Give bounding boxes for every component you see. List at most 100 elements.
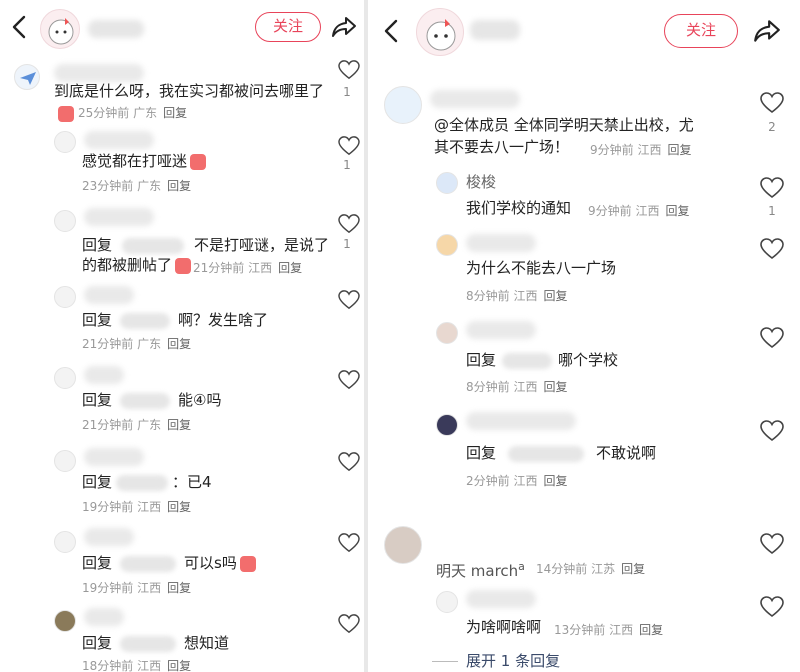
heart-icon[interactable] [338,214,360,238]
heart-icon[interactable] [338,533,360,557]
blurred-username [84,286,134,304]
heart-icon[interactable] [338,614,360,638]
avatar[interactable] [54,210,76,232]
reply-button[interactable]: 回复 [639,623,663,637]
right-screenshot-panel: 关注 @全体成员 全体同学明天禁止出校，尤 其不要去八一广场！ 9分钟前 江西回… [368,0,800,672]
avatar[interactable] [54,531,76,553]
like-count: 2 [768,120,776,134]
avatar[interactable] [54,367,76,389]
blurred-username [466,321,536,339]
like-count: 1 [343,237,351,251]
heart-icon[interactable] [760,533,784,559]
reply-button[interactable]: 回复 [665,204,689,218]
comment-meta: 21分钟前 江西 回复 [193,259,302,276]
reply-button[interactable]: 回复 [167,581,191,595]
right-top-bar: 关注 [368,0,800,64]
timestamp: 9分钟前 [588,204,632,218]
emoji-icon [58,105,74,122]
avatar[interactable] [436,234,458,256]
reply-button[interactable]: 回复 [167,337,191,351]
comment-meta: 18分钟前 江西 回复 [82,657,191,672]
avatar[interactable] [54,450,76,472]
reply-button[interactable]: 回复 [167,500,191,514]
follow-button[interactable]: 关注 [664,14,738,48]
share-icon[interactable] [752,16,782,50]
avatar[interactable] [416,8,464,56]
avatar[interactable] [436,414,458,436]
timestamp: 8分钟前 [466,289,510,303]
comment-text: 回复 能④吗 [82,391,222,409]
comment-meta: 19分钟前 江西 回复 [82,579,191,596]
reply-button[interactable]: 回复 [543,474,567,488]
chevron-left-icon[interactable] [382,18,400,49]
heart-icon[interactable] [338,452,360,476]
avatar[interactable] [436,172,458,194]
chevron-left-icon[interactable] [10,14,28,45]
comment-text: 为什么不能去八一广场 [466,259,617,277]
heart-icon[interactable] [338,136,360,160]
heart-icon[interactable] [760,596,784,622]
blurred-username [84,608,124,626]
heart-icon[interactable] [760,92,784,118]
username[interactable]: 梭梭 [466,172,496,192]
comment-meta: 19分钟前 江西 回复 [82,498,191,515]
avatar[interactable] [384,86,422,124]
reply-button[interactable]: 回复 [167,418,191,432]
location: 江西 [137,500,162,514]
blurred-username [84,448,144,466]
heart-icon[interactable] [338,370,360,394]
expand-replies-button[interactable]: 展开 1 条回复 [432,650,560,671]
comment-text: 为啥啊啥啊 [466,618,542,636]
comment-meta: 25分钟前 广东 回复 [58,104,187,122]
location: 江西 [609,623,634,637]
avatar[interactable] [40,9,80,49]
comment-text: 回复 可以s吗 [82,553,256,573]
share-icon[interactable] [330,13,358,45]
blurred-username [84,366,124,384]
reply-button[interactable]: 回复 [621,562,645,576]
reply-button[interactable]: 回复 [167,179,191,193]
comment-text: 回复 不是打哑谜，是说了 [82,236,330,254]
comment-meta: 14分钟前 江苏 回复 [536,560,645,577]
avatar[interactable] [436,591,458,613]
like-count: 1 [768,204,776,218]
blurred-username [466,234,536,252]
reply-button[interactable]: 回复 [543,380,567,394]
blurred-username [88,20,144,38]
comment-text: 回复 ：已4 [82,473,212,491]
comment-text-line2: 其不要去八一广场！ [434,138,570,156]
emoji-icon [175,257,192,274]
reply-button[interactable]: 回复 [543,289,567,303]
username[interactable]: 明天 marcha [436,557,525,581]
heart-icon[interactable] [338,290,360,314]
like-count: 1 [343,85,351,99]
left-top-bar: 关注 [0,0,364,58]
avatar[interactable] [54,610,76,632]
heart-icon[interactable] [338,60,360,84]
emoji-icon [239,555,256,572]
avatar[interactable] [436,322,458,344]
reply-button[interactable]: 回复 [667,143,691,157]
avatar[interactable] [384,526,422,564]
heart-icon[interactable] [760,238,784,264]
left-screenshot-panel: 关注 到底是什么呀，我在实习都被问去哪里了 25分钟前 广东 回复 1 感觉都在打… [0,0,364,672]
follow-button[interactable]: 关注 [255,12,321,42]
avatar[interactable] [54,131,76,153]
reply-button[interactable]: 回复 [278,261,302,275]
timestamp: 2分钟前 [466,474,510,488]
timestamp: 8分钟前 [466,380,510,394]
location: 广东 [137,418,162,432]
location: 江西 [513,380,538,394]
avatar[interactable] [14,64,40,90]
emoji-icon [190,153,207,170]
comment-meta: 21分钟前 广东 回复 [82,335,191,352]
heart-icon[interactable] [760,327,784,353]
comment-meta: 8分钟前 江西 回复 [466,378,568,395]
reply-button[interactable]: 回复 [163,106,187,120]
blurred-username [466,590,536,608]
location: 江西 [248,261,273,275]
avatar[interactable] [54,286,76,308]
reply-button[interactable]: 回复 [167,659,191,672]
heart-icon[interactable] [760,177,784,203]
heart-icon[interactable] [760,420,784,446]
